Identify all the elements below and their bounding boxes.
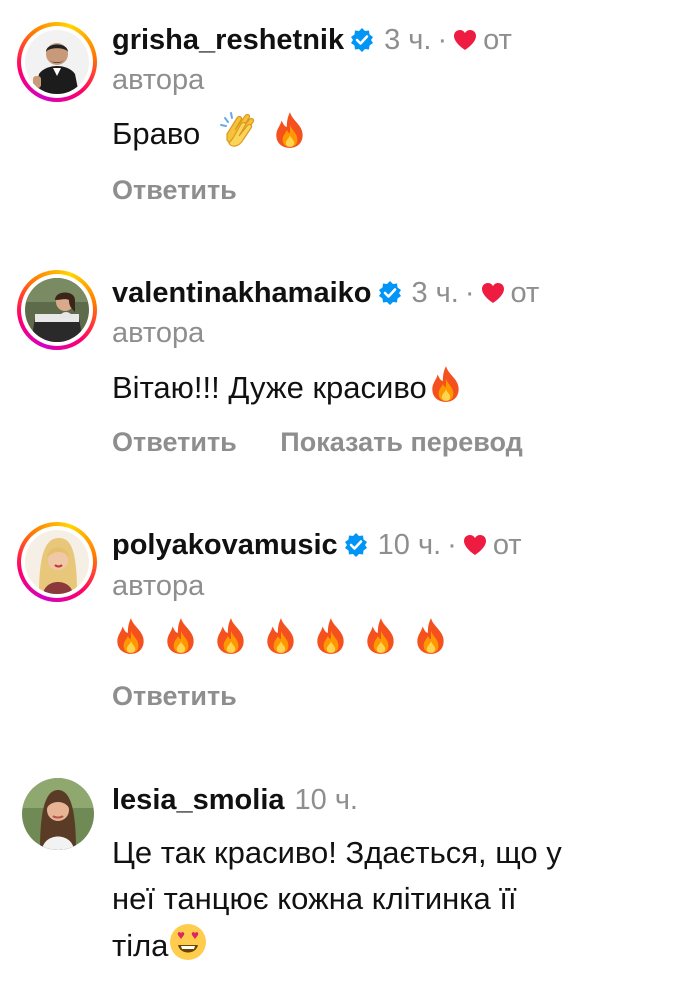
heart-icon <box>454 30 477 50</box>
verified-badge-icon <box>343 533 368 557</box>
timestamp: 10 ч. <box>377 529 442 561</box>
comment-text-content: Браво <box>112 116 201 151</box>
username[interactable]: polyakovamusic <box>112 529 338 561</box>
reply-button[interactable]: Ответить <box>112 681 237 711</box>
clapping-hands-emoji-icon <box>219 112 254 147</box>
reply-button[interactable]: Ответить <box>112 427 237 457</box>
comment-text-content: тіла <box>112 928 169 963</box>
fire-emoji-icon <box>417 618 444 654</box>
comment-header: lesia_smolia 10 ч. <box>112 780 358 820</box>
comment-text: Це так красиво! Здається, що у неї танцю… <box>112 830 682 969</box>
comment-actions: Ответить <box>112 678 273 714</box>
timestamp: 3 ч. <box>411 277 459 309</box>
comment-actions: Ответить <box>112 172 273 208</box>
fire-emoji-icon <box>117 618 144 654</box>
show-translation-button[interactable]: Показать перевод <box>280 427 523 457</box>
liked-by-author-label-cont: автора <box>112 570 205 602</box>
avatar[interactable] <box>22 778 94 850</box>
timestamp: 3 ч. <box>384 24 432 56</box>
fire-emoji-icon <box>317 618 344 654</box>
timestamp: 10 ч. <box>294 784 358 816</box>
verified-badge-icon <box>377 281 402 305</box>
heart-icon <box>463 535 486 555</box>
heart-icon <box>481 283 504 303</box>
fire-emoji-icon <box>367 618 394 654</box>
avatar[interactable] <box>17 522 97 602</box>
comment-header: grisha_reshetnik 3 ч. · от <box>112 20 512 60</box>
separator: · <box>437 24 448 56</box>
comment-text <box>112 616 682 662</box>
liked-by-author-label: от <box>510 277 540 309</box>
comment-text-line: неї танцює кожна клітинка її <box>112 881 517 916</box>
comment-header: polyakovamusic 10 ч. · от <box>112 525 522 565</box>
fire-emoji-icon <box>276 112 304 148</box>
comment-actions: Ответить Показать перевод <box>112 424 559 460</box>
avatar[interactable] <box>17 22 97 102</box>
username[interactable]: valentinakhamaiko <box>112 277 372 309</box>
reply-button[interactable]: Ответить <box>112 175 237 205</box>
liked-by-author-label-cont: автора <box>112 317 205 349</box>
fire-emoji-icon <box>267 618 294 654</box>
comment-text-content: Вітаю!!! Дуже красиво <box>112 370 427 405</box>
separator: · <box>447 529 457 561</box>
avatar[interactable] <box>17 270 97 350</box>
fire-emoji-icon <box>432 366 459 402</box>
liked-by-author-label-cont: автора <box>112 64 205 96</box>
verified-badge-icon <box>350 28 375 52</box>
liked-by-author-label: от <box>492 529 522 561</box>
comment-text-line: Це так красиво! Здається, що у <box>112 835 562 870</box>
username[interactable]: lesia_smolia <box>112 784 285 816</box>
comment-text: Вітаю!!! Дуже красиво <box>112 364 682 410</box>
liked-by-author-label: от <box>483 24 512 56</box>
comment-header: valentinakhamaiko 3 ч. · от <box>112 273 539 313</box>
comment-text: Браво <box>112 110 682 156</box>
separator: · <box>464 277 475 309</box>
fire-emoji-icon <box>167 618 194 654</box>
fire-emoji-icon <box>217 618 244 654</box>
username[interactable]: grisha_reshetnik <box>112 24 344 56</box>
heart-eyes-emoji-icon <box>170 924 207 960</box>
comment-text-line: тіла <box>112 922 682 969</box>
